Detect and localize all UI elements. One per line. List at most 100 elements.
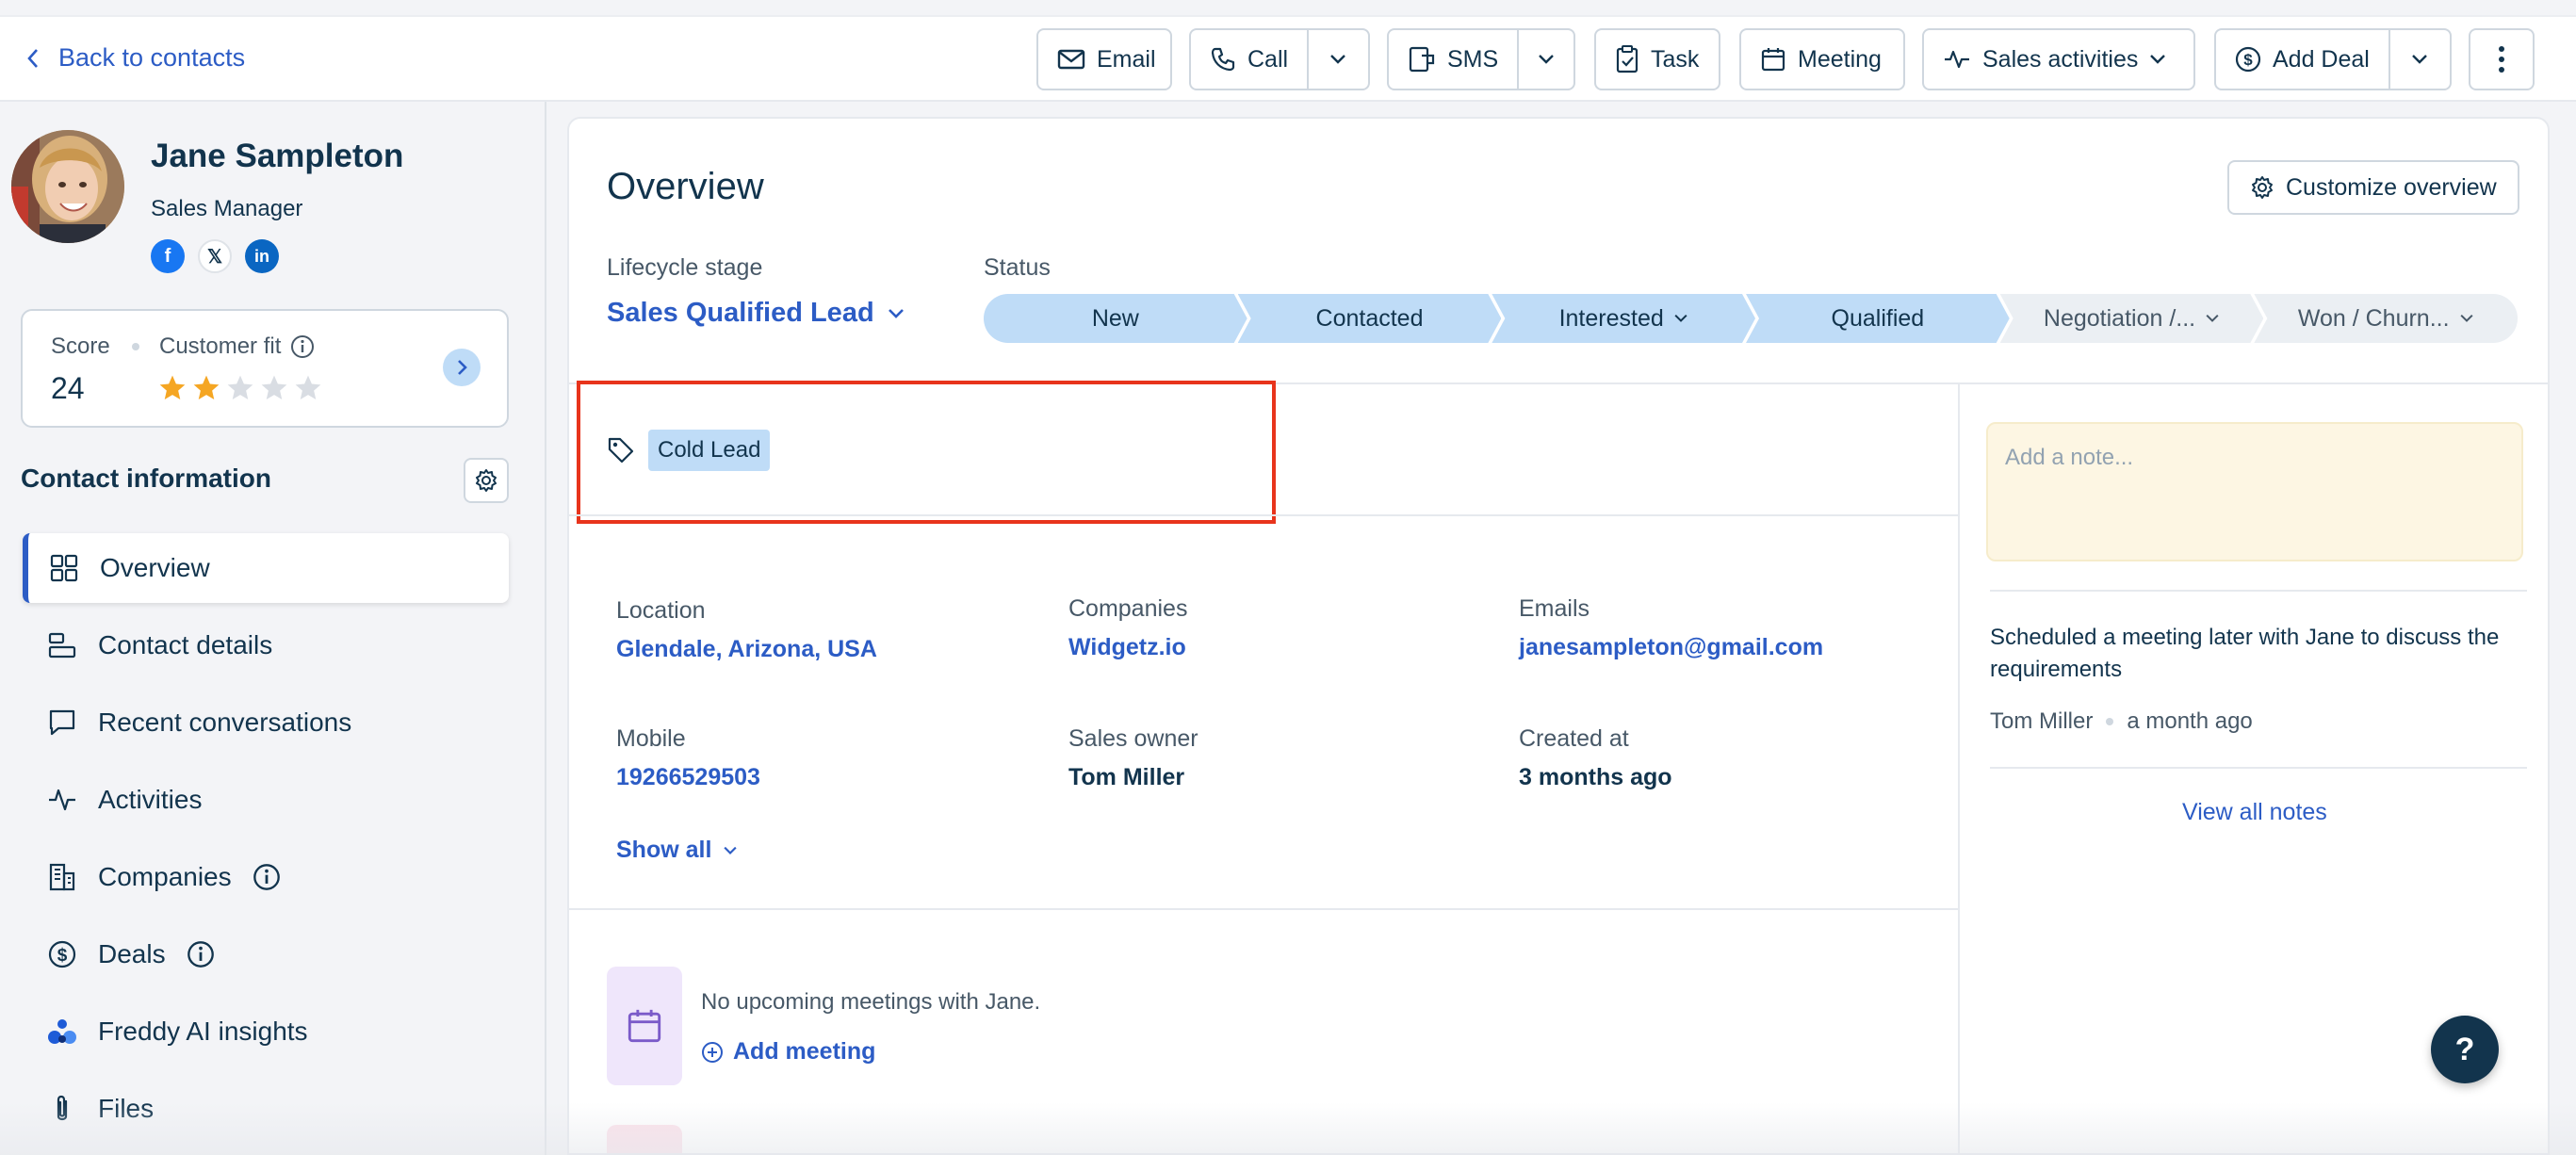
avatar-image bbox=[11, 130, 124, 243]
sidebar-item-activities[interactable]: Activities bbox=[23, 765, 509, 835]
divider bbox=[569, 514, 1958, 516]
sales-activities-button[interactable]: Sales activities bbox=[1922, 28, 2195, 90]
gear-icon bbox=[2252, 176, 2273, 199]
grid-icon bbox=[50, 554, 78, 582]
email-link[interactable]: janesampleton@gmail.com bbox=[1519, 634, 1823, 661]
more-options-button[interactable] bbox=[2469, 28, 2535, 90]
status-stage-label: New bbox=[1091, 304, 1139, 332]
add-deal-dropdown-button[interactable] bbox=[2388, 30, 2449, 89]
status-stage[interactable]: Qualified bbox=[1746, 294, 2010, 343]
status-stage[interactable]: New bbox=[984, 294, 1247, 343]
status-stage[interactable]: Won / Churn... bbox=[2254, 294, 2519, 343]
field-emails: Emails janesampleton@gmail.com bbox=[1519, 595, 1823, 661]
status-stage-label: Contacted bbox=[1315, 304, 1424, 332]
sidebar-item-freddy-ai-insights[interactable]: Freddy AI insights bbox=[23, 997, 509, 1066]
sidebar-item-label: Contact details bbox=[98, 630, 273, 659]
sidebar-item-label: Recent conversations bbox=[98, 708, 352, 737]
sms-button[interactable]: SMS bbox=[1389, 30, 1517, 89]
show-all-button[interactable]: Show all bbox=[616, 837, 738, 864]
sidebar-item-companies[interactable]: Companies bbox=[23, 842, 509, 912]
contact-name: Jane Sampleton bbox=[151, 138, 404, 174]
building-icon bbox=[49, 863, 75, 891]
add-deal-button[interactable]: $ Add Deal bbox=[2216, 30, 2389, 89]
chevron-down-icon bbox=[888, 308, 904, 318]
meeting-button[interactable]: Meeting bbox=[1739, 28, 1905, 90]
tag-cold-lead[interactable]: Cold Lead bbox=[648, 430, 771, 471]
score-value: 24 bbox=[51, 371, 85, 405]
contact-title: Sales Manager bbox=[151, 196, 303, 221]
tags-row: Cold Lead bbox=[607, 430, 771, 471]
status-stage[interactable]: Negotiation /... bbox=[2000, 294, 2264, 343]
overview-panel: Overview Customize overview Lifecycle st… bbox=[567, 117, 2550, 1155]
x-twitter-icon[interactable]: 𝕏 bbox=[198, 239, 232, 273]
score-details-button[interactable] bbox=[443, 349, 481, 386]
gear-icon bbox=[476, 469, 497, 492]
email-button[interactable]: Email bbox=[1036, 28, 1172, 90]
calendar-icon bbox=[1761, 48, 1785, 72]
customize-overview-button[interactable]: Customize overview bbox=[2227, 160, 2519, 215]
status-stage[interactable]: Interested bbox=[1492, 294, 1755, 343]
divider bbox=[1990, 767, 2527, 769]
star-empty-icon bbox=[261, 375, 287, 399]
sidebar-item-contact-details[interactable]: Contact details bbox=[23, 610, 509, 680]
sales-owner-value: Tom Miller bbox=[1068, 764, 1185, 790]
linkedin-icon[interactable]: in bbox=[245, 239, 279, 273]
mobile-link[interactable]: 19266529503 bbox=[616, 764, 760, 791]
field-label: Mobile bbox=[616, 725, 686, 752]
created-at-value: 3 months ago bbox=[1519, 764, 1672, 790]
sidebar-item-label: Activities bbox=[98, 785, 203, 814]
score-label: Score bbox=[51, 333, 110, 359]
chevron-down-icon bbox=[1539, 55, 1554, 64]
add-note-input[interactable]: Add a note... bbox=[1986, 422, 2523, 561]
task-icon bbox=[1616, 45, 1639, 73]
facebook-icon[interactable]: f bbox=[151, 239, 185, 273]
company-link[interactable]: Widgetz.io bbox=[1068, 634, 1187, 661]
sidebar-item-recent-conversations[interactable]: Recent conversations bbox=[23, 688, 509, 757]
field-label: Companies bbox=[1068, 595, 1188, 622]
status-stage-label: Negotiation /... bbox=[2043, 304, 2196, 332]
sms-icon bbox=[1409, 46, 1435, 73]
back-to-contacts-link[interactable]: Back to contacts bbox=[26, 43, 245, 73]
plus-circle-icon bbox=[702, 1041, 723, 1063]
show-all-label: Show all bbox=[616, 837, 712, 863]
contact-info-settings-button[interactable] bbox=[464, 458, 509, 503]
note-meta: Tom Miller a month ago bbox=[1990, 708, 2253, 735]
dollar-icon: $ bbox=[48, 940, 76, 968]
note-time: a month ago bbox=[2127, 708, 2253, 734]
chevron-down-icon bbox=[2205, 314, 2220, 323]
note-author: Tom Miller bbox=[1990, 708, 2094, 734]
info-icon[interactable] bbox=[187, 940, 215, 968]
add-meeting-label: Add meeting bbox=[733, 1038, 876, 1065]
info-icon[interactable] bbox=[290, 334, 315, 359]
separator-dot bbox=[132, 343, 139, 350]
sms-label: SMS bbox=[1447, 45, 1499, 73]
avatar bbox=[11, 130, 124, 243]
help-button[interactable]: ? bbox=[2431, 1016, 2499, 1083]
divider bbox=[569, 382, 2548, 384]
chevron-down-icon bbox=[1673, 314, 1688, 323]
sidebar-item-overview[interactable]: Overview bbox=[23, 533, 509, 603]
call-dropdown-button[interactable] bbox=[1307, 30, 1367, 89]
sidebar-item-deals[interactable]: $ Deals bbox=[23, 919, 509, 989]
field-label: Location bbox=[616, 597, 706, 624]
status-stage[interactable]: Contacted bbox=[1238, 294, 1502, 343]
email-label: Email bbox=[1097, 45, 1156, 73]
task-button[interactable]: Task bbox=[1594, 28, 1720, 90]
no-meetings-text: No upcoming meetings with Jane. bbox=[701, 989, 1041, 1015]
meeting-card-icon bbox=[607, 967, 682, 1085]
view-all-notes-link[interactable]: View all notes bbox=[2182, 799, 2327, 826]
status-stage-label: Qualified bbox=[1831, 304, 1925, 332]
field-label: Created at bbox=[1519, 725, 1629, 752]
field-sales-owner: Sales owner Tom Miller bbox=[1068, 725, 1198, 791]
add-deal-label: Add Deal bbox=[2273, 45, 2370, 73]
customer-fit-stars bbox=[157, 373, 323, 403]
call-button[interactable]: Call bbox=[1191, 30, 1307, 89]
sms-dropdown-button[interactable] bbox=[1517, 30, 1573, 89]
status-pipeline: New Contacted Interested Qualified Negotiati… bbox=[984, 294, 2519, 343]
svg-text:$: $ bbox=[2243, 51, 2253, 69]
location-value[interactable]: Glendale, Arizona, USA bbox=[616, 636, 877, 663]
add-meeting-button[interactable]: Add meeting bbox=[701, 1038, 875, 1066]
lifecycle-stage-value: Sales Qualified Lead bbox=[607, 298, 874, 328]
info-icon[interactable] bbox=[253, 863, 281, 891]
lifecycle-stage-dropdown[interactable]: Sales Qualified Lead bbox=[607, 298, 905, 329]
